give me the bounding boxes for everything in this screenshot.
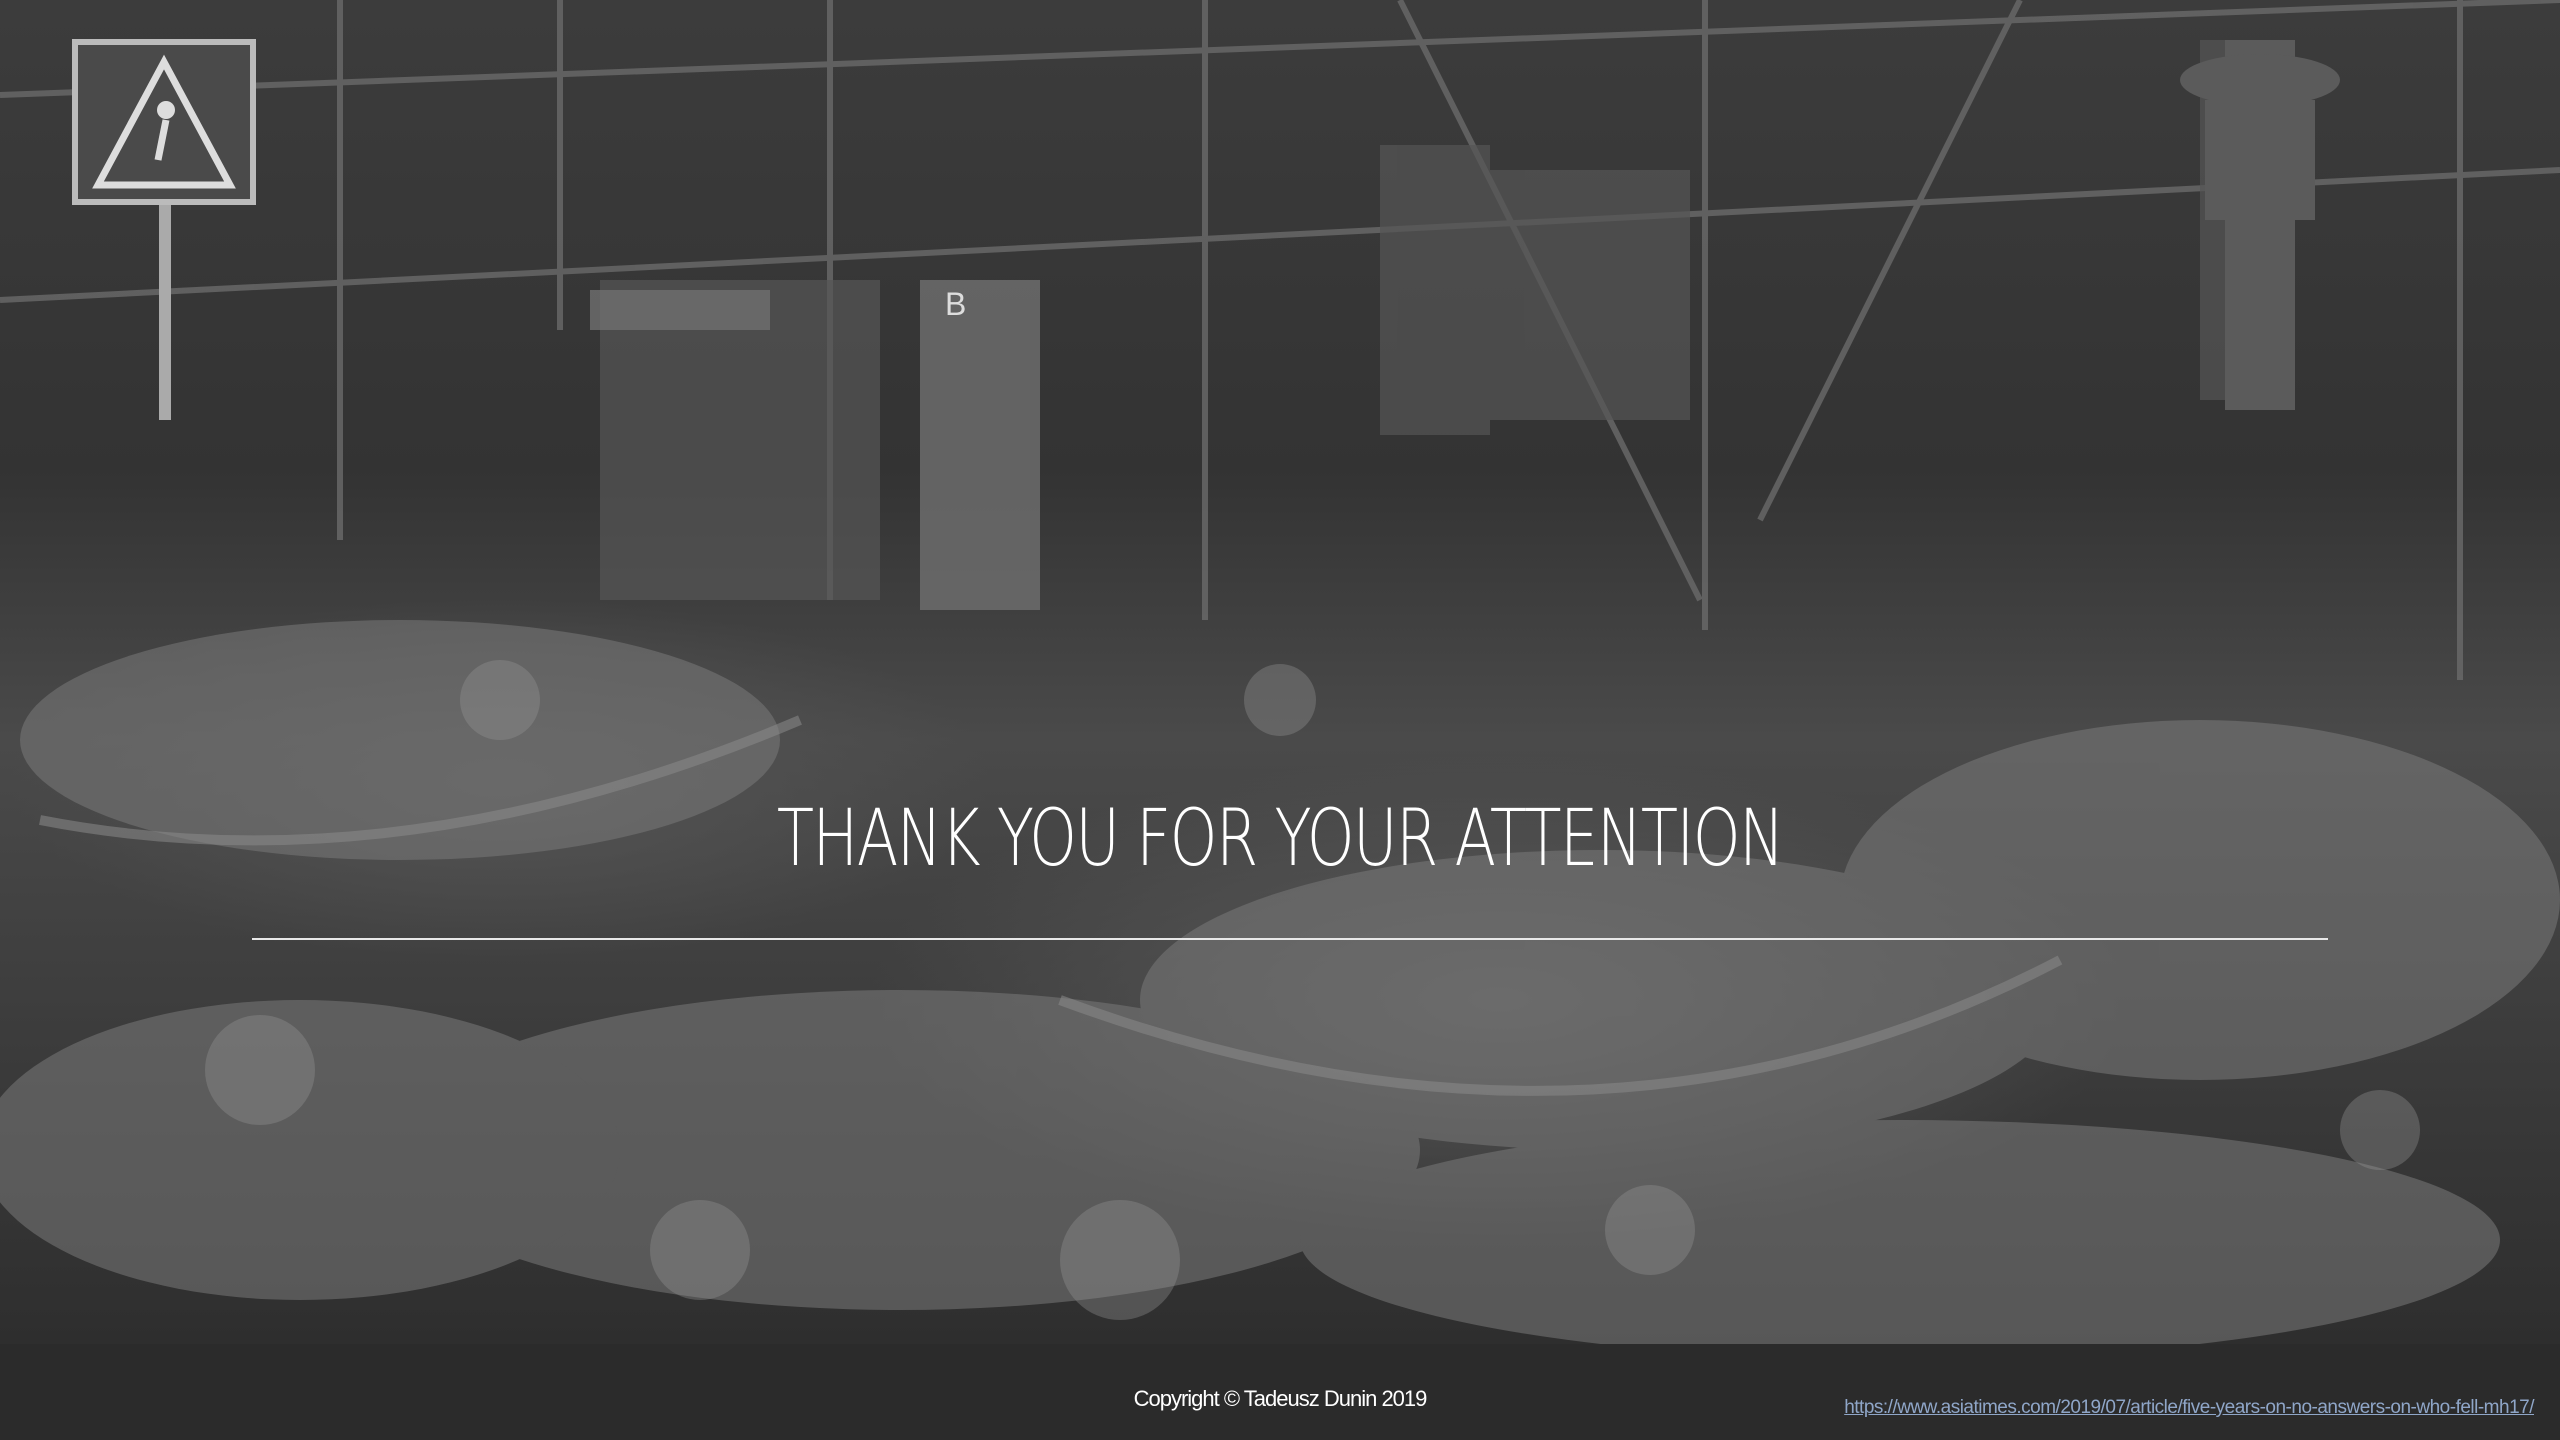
source-link[interactable]: https://www.asiatimes.com/2019/07/articl… bbox=[1844, 1398, 2534, 1417]
pedestrian-sign-icon bbox=[72, 39, 256, 420]
background-photo: B bbox=[0, 0, 2560, 1344]
slide-title: THANK YOU FOR YOUR ATTENTION bbox=[776, 794, 1785, 884]
memorial-photo-graphic: B bbox=[0, 0, 2560, 1344]
title-divider bbox=[252, 938, 2328, 940]
sign-letter: B bbox=[945, 286, 966, 322]
slide: B THANK YOU FOR YOUR ATTENTION Copyright… bbox=[0, 0, 2560, 1440]
